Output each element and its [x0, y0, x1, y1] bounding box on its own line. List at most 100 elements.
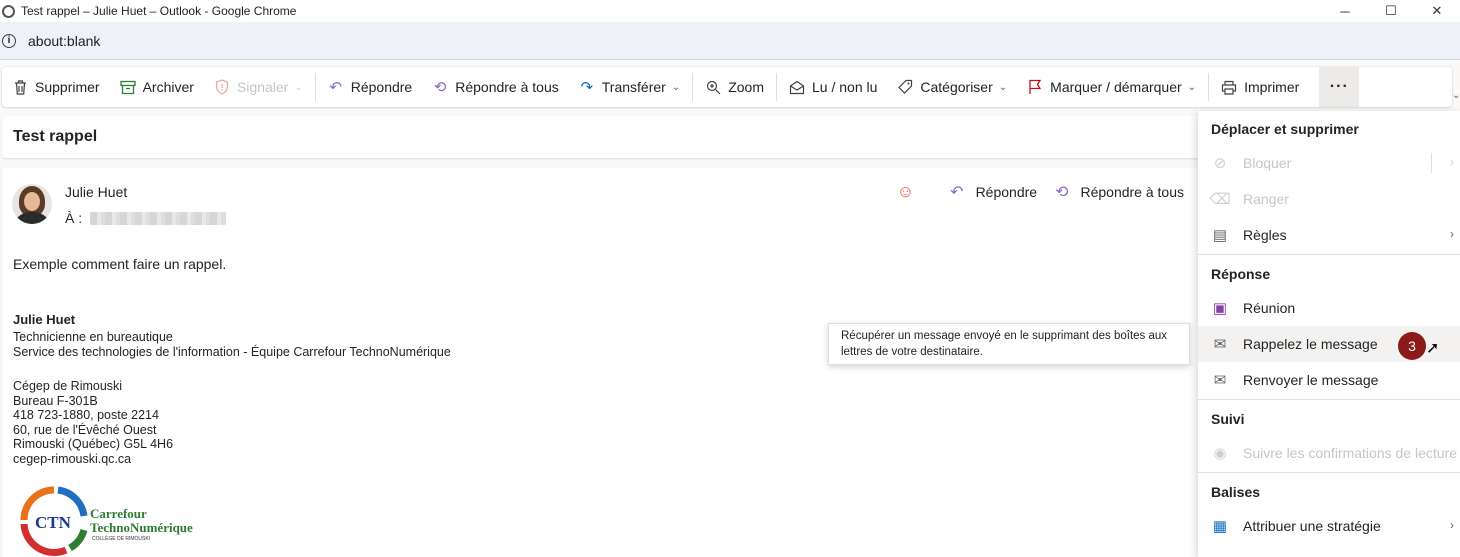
zoom-icon [705, 79, 721, 95]
menu-item-recall[interactable]: ✉ Rappelez le message 3 ➚ [1198, 326, 1460, 362]
address-bar[interactable]: i about:blank [0, 22, 1460, 60]
flag-button[interactable]: Marquer / démarquer ⌄ [1017, 67, 1206, 107]
mouse-cursor-icon: ➚ [1426, 340, 1440, 357]
menu-section-tracking: Suivi [1211, 411, 1245, 427]
trash-icon [12, 79, 28, 95]
envelope-open-icon [789, 79, 805, 95]
signature-city: Rimouski (Québec) G5L 4H6 [13, 437, 174, 451]
zoom-button[interactable]: Zoom [695, 67, 774, 107]
chevron-down-icon[interactable]: ⌄ [999, 82, 1007, 93]
window-title: Test rappel – Julie Huet – Outlook - Goo… [21, 4, 297, 18]
menu-divider [1198, 472, 1460, 473]
menu-item-sweep-label: Ranger [1243, 191, 1289, 207]
block-icon: ⊘ [1213, 155, 1227, 172]
menu-item-rules[interactable]: ▤ Règles › [1198, 217, 1460, 253]
forward-button[interactable]: ↷ Transférer ⌄ [569, 67, 690, 107]
toolbar-divider [692, 73, 694, 101]
zoom-label: Zoom [728, 79, 764, 95]
to-label: À : [65, 210, 83, 226]
message-toolbar: Supprimer Archiver Signaler ⌄ ↶ Répondre… [2, 67, 1452, 107]
delete-button[interactable]: Supprimer [2, 67, 110, 107]
menu-divider [1198, 254, 1460, 255]
avatar-body [16, 212, 48, 224]
logo-line1: Carrefour [90, 506, 147, 521]
reply-button[interactable]: ↶ Répondre [318, 67, 423, 107]
info-icon[interactable]: i [2, 33, 16, 48]
reply-icon: ↶ [329, 78, 342, 96]
archive-button[interactable]: Archiver [110, 67, 204, 107]
more-actions-button[interactable]: ··· [1319, 67, 1360, 107]
menu-item-assign-policy[interactable]: ▦ Attribuer une stratégie › [1198, 508, 1460, 544]
signature-website: cegep-rimouski.qc.ca [13, 451, 132, 466]
sender-name[interactable]: Julie Huet [65, 184, 127, 200]
forward-label: Transférer [601, 79, 666, 95]
menu-item-sweep[interactable]: ⌫ Ranger [1198, 181, 1460, 217]
menu-item-block[interactable]: ⊘ Bloquer › [1198, 145, 1460, 181]
read-unread-label: Lu / non lu [812, 79, 878, 95]
inline-reply-all-label: Répondre à tous [1080, 184, 1184, 200]
categorize-button[interactable]: Catégoriser ⌄ [887, 67, 1017, 107]
chevron-down-icon[interactable]: ⌄ [672, 82, 680, 93]
inline-reply-all-button[interactable]: ⟲ Répondre à tous [1055, 182, 1184, 202]
step-badge: 3 [1398, 332, 1426, 360]
broom-icon: ⌫ [1209, 191, 1231, 208]
calendar-reply-icon: ▣ [1212, 300, 1228, 317]
menu-item-meeting-label: Réunion [1243, 300, 1296, 316]
policy-icon: ▦ [1212, 518, 1228, 535]
maximize-button[interactable]: ☐ [1368, 0, 1414, 22]
menu-item-block-label: Bloquer [1243, 155, 1292, 171]
split-divider [1431, 153, 1432, 173]
menu-divider [1198, 399, 1460, 400]
menu-item-meeting[interactable]: ▣ Réunion [1198, 290, 1460, 326]
envelope-resend-icon: ✉ [1213, 372, 1227, 389]
logo-line2: TechnoNumérique [90, 520, 193, 535]
recall-tooltip: Récupérer un message envoyé en le suppri… [828, 323, 1190, 365]
menu-item-read-receipts-label: Suivre les confirmations de lecture [1243, 445, 1457, 461]
flag-icon [1027, 79, 1043, 95]
menu-item-rules-label: Règles [1243, 227, 1287, 243]
rules-icon: ▤ [1212, 227, 1228, 244]
reply-icon: ↶ [950, 184, 964, 201]
delete-label: Supprimer [35, 79, 100, 95]
reply-label: Répondre [350, 79, 413, 95]
url-text[interactable]: about:blank [28, 33, 100, 49]
print-button[interactable]: Imprimer [1211, 67, 1309, 107]
forward-icon: ↷ [580, 78, 594, 96]
reply-all-button[interactable]: ⟲ Répondre à tous [422, 67, 569, 107]
chevron-down-icon[interactable]: ⌄ [1188, 82, 1196, 93]
inline-reply-button[interactable]: ↶ Répondre [950, 182, 1037, 202]
recipient-blurred [90, 212, 226, 225]
emoji-reaction-icon[interactable]: ☺ [897, 182, 914, 202]
inline-reply-label: Répondre [975, 184, 1038, 200]
signature-street: 60, rue de l'Évêché Ouest [13, 422, 157, 437]
chevron-right-icon: › [1450, 518, 1454, 532]
tag-icon [897, 79, 913, 95]
chevron-down-icon: ⌄ [294, 81, 303, 93]
signature-title: Technicienne en bureautique [13, 330, 173, 344]
reply-all-label: Répondre à tous [455, 79, 559, 95]
window-titlebar: Test rappel – Julie Huet – Outlook - Goo… [0, 0, 1460, 22]
ctn-logo: CTN Carrefour TechnoNumérique COLLÈGE DE… [20, 486, 193, 556]
shield-icon [214, 79, 230, 95]
menu-section-tags: Balises [1211, 484, 1261, 500]
avatar[interactable] [12, 184, 52, 224]
report-label: Signaler [236, 79, 289, 95]
menu-item-resend-label: Renvoyer le message [1243, 372, 1379, 388]
eye-icon: ◉ [1213, 445, 1227, 462]
report-button[interactable]: Signaler ⌄ [204, 67, 313, 107]
read-unread-button[interactable]: Lu / non lu [779, 67, 887, 107]
printer-icon [1221, 79, 1237, 95]
signature-block-1: Technicienne en bureautique Service des … [13, 330, 451, 359]
close-button[interactable]: ✕ [1414, 0, 1460, 22]
chevron-right-icon[interactable]: › [1450, 155, 1454, 169]
envelope-recall-icon: ✉ [1213, 336, 1227, 353]
signature-office: Bureau F-301B [13, 393, 98, 408]
minimize-button[interactable]: ─ [1322, 0, 1368, 22]
avatar-face [24, 192, 40, 211]
toolbar-divider [776, 73, 777, 101]
chevron-down-icon[interactable]: ⌄ [1452, 90, 1460, 101]
logo-line3: COLLÈGE DE RIMOUSKI [92, 535, 150, 542]
menu-item-read-receipts[interactable]: ◉ Suivre les confirmations de lecture [1198, 435, 1460, 471]
menu-item-resend[interactable]: ✉ Renvoyer le message [1198, 362, 1460, 398]
signature-name: Julie Huet [13, 312, 76, 327]
